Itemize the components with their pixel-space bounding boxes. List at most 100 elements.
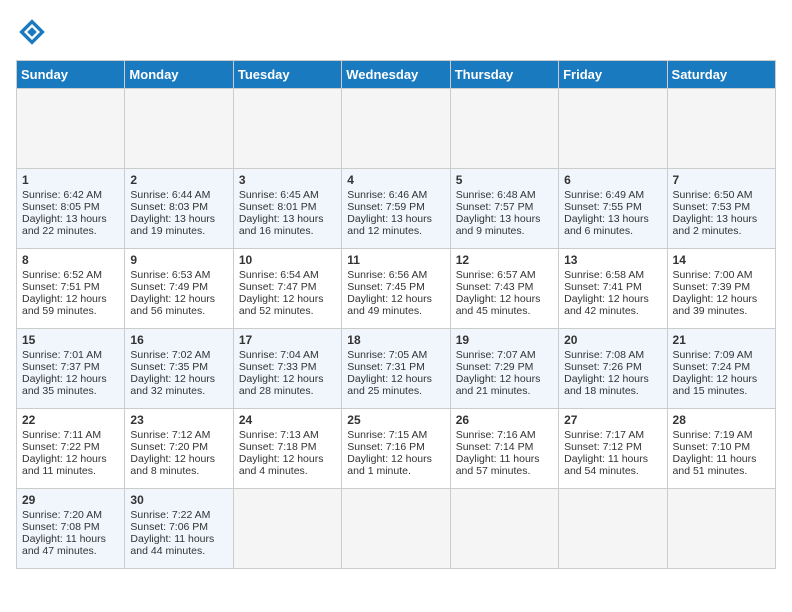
logo xyxy=(16,16,52,48)
day-number: 27 xyxy=(564,413,661,427)
sunrise-text: Sunrise: 6:50 AM xyxy=(673,189,753,201)
daylight-text: Daylight: 13 hours and 6 minutes. xyxy=(564,213,649,237)
calendar-cell: 27Sunrise: 7:17 AMSunset: 7:12 PMDayligh… xyxy=(559,409,667,489)
sunrise-text: Sunrise: 7:12 AM xyxy=(130,429,210,441)
sunrise-text: Sunrise: 7:04 AM xyxy=(239,349,319,361)
calendar-cell xyxy=(667,489,775,569)
sunrise-text: Sunrise: 7:01 AM xyxy=(22,349,102,361)
calendar-cell xyxy=(17,89,125,169)
sunset-text: Sunset: 7:53 PM xyxy=(673,201,751,213)
sunset-text: Sunset: 7:24 PM xyxy=(673,361,751,373)
calendar-cell xyxy=(559,489,667,569)
day-number: 2 xyxy=(130,173,227,187)
calendar-header-saturday: Saturday xyxy=(667,61,775,89)
sunset-text: Sunset: 7:33 PM xyxy=(239,361,317,373)
daylight-text: Daylight: 13 hours and 2 minutes. xyxy=(673,213,758,237)
day-number: 14 xyxy=(673,253,770,267)
daylight-text: Daylight: 12 hours and 39 minutes. xyxy=(673,293,758,317)
day-number: 21 xyxy=(673,333,770,347)
day-number: 6 xyxy=(564,173,661,187)
sunrise-text: Sunrise: 7:08 AM xyxy=(564,349,644,361)
sunset-text: Sunset: 7:08 PM xyxy=(22,521,100,533)
sunset-text: Sunset: 7:22 PM xyxy=(22,441,100,453)
calendar-cell: 22Sunrise: 7:11 AMSunset: 7:22 PMDayligh… xyxy=(17,409,125,489)
calendar-body: 1Sunrise: 6:42 AMSunset: 8:05 PMDaylight… xyxy=(17,89,776,569)
day-number: 10 xyxy=(239,253,336,267)
calendar-cell: 7Sunrise: 6:50 AMSunset: 7:53 PMDaylight… xyxy=(667,169,775,249)
sunset-text: Sunset: 7:12 PM xyxy=(564,441,642,453)
calendar-cell: 23 Sunrise: 7:12 AMSunset: 7:20 PMDayligh… xyxy=(125,409,233,489)
daylight-text: Daylight: 12 hours and 56 minutes. xyxy=(130,293,215,317)
daylight-text: Daylight: 11 hours and 47 minutes. xyxy=(22,533,106,557)
calendar-header-thursday: Thursday xyxy=(450,61,558,89)
calendar-cell: 14Sunrise: 7:00 AMSunset: 7:39 PMDayligh… xyxy=(667,249,775,329)
calendar-header-sunday: Sunday xyxy=(17,61,125,89)
sunset-text: Sunset: 7:47 PM xyxy=(239,281,317,293)
sunset-text: Sunset: 7:20 PM xyxy=(130,441,208,453)
sunrise-text: Sunrise: 7:20 AM xyxy=(22,509,102,521)
sunset-text: Sunset: 7:26 PM xyxy=(564,361,642,373)
sunset-text: Sunset: 8:01 PM xyxy=(239,201,317,213)
daylight-text: Daylight: 12 hours and 28 minutes. xyxy=(239,373,324,397)
day-number: 26 xyxy=(456,413,553,427)
calendar-cell: 5Sunrise: 6:48 AMSunset: 7:57 PMDaylight… xyxy=(450,169,558,249)
daylight-text: Daylight: 12 hours and 42 minutes. xyxy=(564,293,649,317)
sunrise-text: Sunrise: 7:02 AM xyxy=(130,349,210,361)
calendar-cell xyxy=(450,89,558,169)
calendar-week-row xyxy=(17,89,776,169)
sunrise-text: Sunrise: 7:19 AM xyxy=(673,429,753,441)
calendar-cell: 3Sunrise: 6:45 AMSunset: 8:01 PMDaylight… xyxy=(233,169,341,249)
day-number: 23 xyxy=(130,413,227,427)
calendar-week-row: 15Sunrise: 7:01 AMSunset: 7:37 PMDayligh… xyxy=(17,329,776,409)
day-number: 5 xyxy=(456,173,553,187)
sunset-text: Sunset: 7:31 PM xyxy=(347,361,425,373)
day-number: 13 xyxy=(564,253,661,267)
sunset-text: Sunset: 7:14 PM xyxy=(456,441,534,453)
sunset-text: Sunset: 7:35 PM xyxy=(130,361,208,373)
calendar-cell xyxy=(559,89,667,169)
calendar-cell: 28Sunrise: 7:19 AMSunset: 7:10 PMDayligh… xyxy=(667,409,775,489)
calendar-cell: 16Sunrise: 7:02 AMSunset: 7:35 PMDayligh… xyxy=(125,329,233,409)
sunset-text: Sunset: 7:45 PM xyxy=(347,281,425,293)
daylight-text: Daylight: 12 hours and 18 minutes. xyxy=(564,373,649,397)
daylight-text: Daylight: 12 hours and 8 minutes. xyxy=(130,453,215,477)
daylight-text: Daylight: 11 hours and 57 minutes. xyxy=(456,453,540,477)
calendar-cell: 2Sunrise: 6:44 AMSunset: 8:03 PMDaylight… xyxy=(125,169,233,249)
day-number: 15 xyxy=(22,333,119,347)
calendar-cell: 29 Sunrise: 7:20 AMSunset: 7:08 PMDayligh… xyxy=(17,489,125,569)
calendar-cell: 15 Sunrise: 7:01 AMSunset: 7:37 PMDayligh… xyxy=(17,329,125,409)
daylight-text: Daylight: 12 hours and 32 minutes. xyxy=(130,373,215,397)
calendar-header-wednesday: Wednesday xyxy=(342,61,450,89)
sunrise-text: Sunrise: 7:16 AM xyxy=(456,429,536,441)
sunrise-text: Sunrise: 6:53 AM xyxy=(130,269,210,281)
sunset-text: Sunset: 7:59 PM xyxy=(347,201,425,213)
day-number: 29 xyxy=(22,493,119,507)
calendar-cell xyxy=(667,89,775,169)
daylight-text: Daylight: 12 hours and 25 minutes. xyxy=(347,373,432,397)
daylight-text: Daylight: 12 hours and 4 minutes. xyxy=(239,453,324,477)
calendar-cell: 17Sunrise: 7:04 AMSunset: 7:33 PMDayligh… xyxy=(233,329,341,409)
day-number: 25 xyxy=(347,413,444,427)
calendar-cell: 19Sunrise: 7:07 AMSunset: 7:29 PMDayligh… xyxy=(450,329,558,409)
daylight-text: Daylight: 12 hours and 1 minute. xyxy=(347,453,432,477)
sunset-text: Sunset: 8:03 PM xyxy=(130,201,208,213)
daylight-text: Daylight: 11 hours and 51 minutes. xyxy=(673,453,757,477)
sunset-text: Sunset: 7:06 PM xyxy=(130,521,208,533)
calendar-cell: 26 Sunrise: 7:16 AMSunset: 7:14 PMDayligh… xyxy=(450,409,558,489)
sunrise-text: Sunrise: 7:00 AM xyxy=(673,269,753,281)
sunset-text: Sunset: 7:37 PM xyxy=(22,361,100,373)
calendar-cell: 11Sunrise: 6:56 AMSunset: 7:45 PMDayligh… xyxy=(342,249,450,329)
calendar-week-row: 22Sunrise: 7:11 AMSunset: 7:22 PMDayligh… xyxy=(17,409,776,489)
day-number: 30 xyxy=(130,493,227,507)
daylight-text: Daylight: 12 hours and 35 minutes. xyxy=(22,373,107,397)
day-number: 3 xyxy=(239,173,336,187)
sunrise-text: Sunrise: 6:54 AM xyxy=(239,269,319,281)
sunset-text: Sunset: 7:29 PM xyxy=(456,361,534,373)
calendar-cell: 4Sunrise: 6:46 AMSunset: 7:59 PMDaylight… xyxy=(342,169,450,249)
daylight-text: Daylight: 11 hours and 54 minutes. xyxy=(564,453,648,477)
daylight-text: Daylight: 12 hours and 59 minutes. xyxy=(22,293,107,317)
calendar-cell: 25Sunrise: 7:15 AMSunset: 7:16 PMDayligh… xyxy=(342,409,450,489)
sunrise-text: Sunrise: 6:56 AM xyxy=(347,269,427,281)
sunrise-text: Sunrise: 6:57 AM xyxy=(456,269,536,281)
daylight-text: Daylight: 13 hours and 16 minutes. xyxy=(239,213,324,237)
